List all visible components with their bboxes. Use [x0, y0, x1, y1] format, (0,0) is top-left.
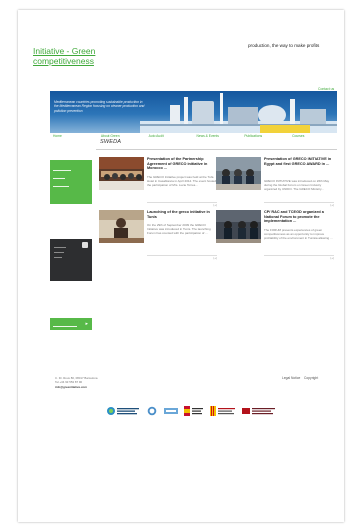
news-excerpt: The GRECO Initiative project was held at…	[147, 175, 216, 187]
nav-home[interactable]: Home	[50, 133, 98, 140]
content-divider	[96, 149, 337, 150]
quote-text-line	[54, 257, 62, 258]
map-logo[interactable]	[164, 406, 178, 416]
news-excerpt: On the 29th of September 2009 the GRECO …	[147, 223, 211, 235]
catalonia-logo[interactable]	[210, 406, 236, 416]
news-photo	[99, 157, 144, 190]
nav-courses[interactable]: Courses	[289, 133, 337, 140]
green-box-text-line	[53, 170, 71, 171]
news-title[interactable]: Presentation of the Partnership Agreemen…	[147, 157, 217, 171]
sidebar-green-bar[interactable]: ▸	[50, 318, 92, 330]
quote-text-line	[54, 252, 64, 253]
legal-notice-link[interactable]: Legal Notice	[282, 376, 300, 380]
arrow-icon: ▸	[85, 321, 88, 327]
cp-rac-logo[interactable]	[106, 406, 140, 416]
news-photo	[216, 210, 261, 243]
green-box-text-line	[53, 178, 65, 179]
quote-text-line	[54, 247, 66, 248]
news-divider	[264, 255, 334, 256]
site-tagline: production, the way to make profits	[248, 43, 320, 48]
green-box-text-line	[53, 186, 69, 187]
sponsor-logo[interactable]	[242, 406, 276, 416]
read-more-link[interactable]: (+)	[330, 203, 334, 207]
green-bar-underline	[53, 326, 77, 327]
news-photo	[99, 210, 144, 243]
news-item[interactable]: Launching of the greco initiative in Tun…	[99, 210, 217, 262]
spain-ministry-logo[interactable]	[184, 406, 204, 416]
news-title[interactable]: Presentation of GRECO INITIATIVE in Egyp…	[264, 157, 334, 166]
news-photo	[216, 157, 261, 190]
banner-slogan: Mediterranean countries promoting sustai…	[54, 100, 145, 113]
sidebar-green-box[interactable]	[50, 160, 92, 204]
news-divider	[264, 202, 334, 203]
refinery-illustration	[140, 93, 337, 133]
footer-email-link[interactable]: info@greenitiative.com	[55, 385, 87, 389]
site-title-link[interactable]: Initiative - Green competitiveness	[33, 46, 96, 66]
unep-logo[interactable]	[146, 406, 158, 416]
news-title[interactable]: Launching of the greco initiative in Tun…	[147, 210, 217, 219]
quote-icon	[82, 242, 88, 248]
site-title-line1: Initiative - Green	[33, 46, 96, 56]
news-item[interactable]: Presentation of GRECO INITIATIVE in Egyp…	[216, 157, 334, 209]
news-item[interactable]: CP/ RAC and TCEGD organized a National F…	[216, 210, 334, 262]
read-more-link[interactable]: (+)	[330, 256, 334, 260]
news-divider	[147, 202, 217, 203]
site-title-line2: competitiveness	[33, 55, 94, 66]
nav-publications[interactable]: Publications	[241, 133, 289, 140]
news-excerpt: The FORUM presents experiences of green …	[264, 228, 333, 240]
sidebar-quote-box[interactable]	[50, 239, 92, 281]
main-nav: Home About Green Auto Audit News & Event…	[50, 133, 337, 140]
sponsor-logos	[106, 405, 282, 417]
news-divider	[147, 255, 217, 256]
news-item[interactable]: Presentation of the Partnership Agreemen…	[99, 157, 217, 209]
section-logo: SWEDA	[100, 139, 122, 145]
news-excerpt: GRECO INITIATIVE was introduced on 26th …	[264, 179, 330, 191]
footer-links: Legal Notice Copyright	[282, 376, 318, 380]
nav-auto-audit[interactable]: Auto Audit	[146, 133, 194, 140]
copyright-link[interactable]: Copyright	[304, 376, 318, 380]
header-banner: Mediterranean countries promoting sustai…	[50, 91, 337, 133]
nav-news-events[interactable]: News & Events	[193, 133, 241, 140]
news-title[interactable]: CP/ RAC and TCEGD organized a National F…	[264, 210, 334, 224]
footer-contact: C. Dr. Roux 80, 08017 Barcelona Tel +34 …	[55, 376, 97, 389]
